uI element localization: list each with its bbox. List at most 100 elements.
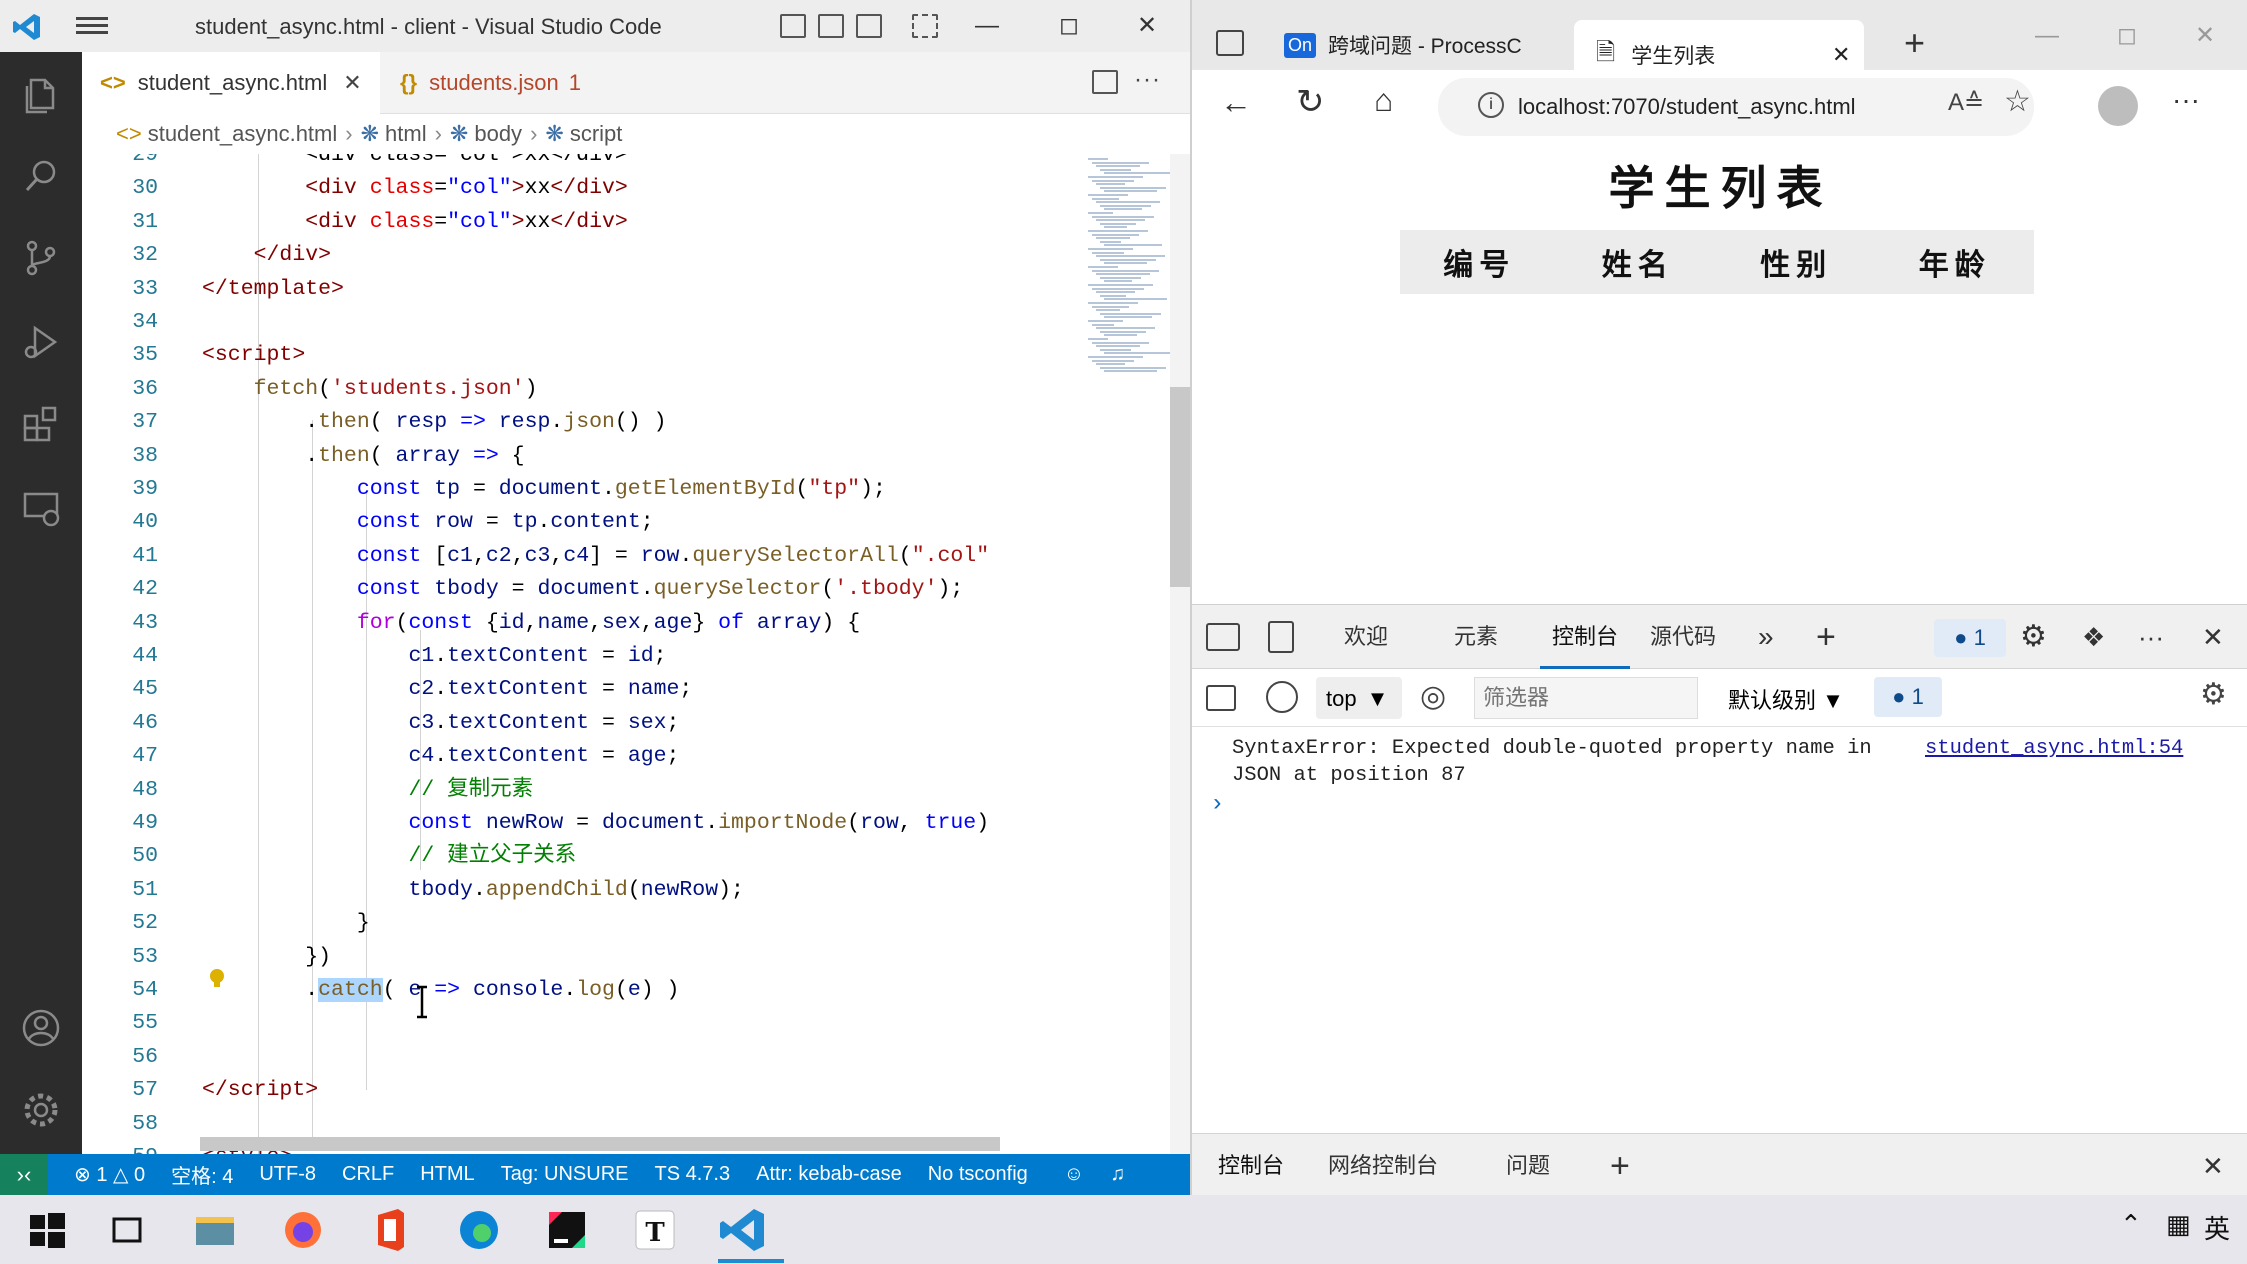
- tray-overflow-icon[interactable]: ⌃: [2120, 1209, 2142, 1240]
- code-line[interactable]: 45 c2.textContent = name;: [82, 673, 1082, 706]
- code-line[interactable]: 49 const newRow = document.importNode(ro…: [82, 807, 1082, 840]
- ime-language-indicator[interactable]: 英: [2204, 1209, 2230, 1246]
- clear-console-icon[interactable]: [1266, 681, 1298, 713]
- toggle-sidebar-icon[interactable]: [780, 14, 806, 38]
- console-output[interactable]: SyntaxError: Expected double-quoted prop…: [1192, 727, 2247, 1077]
- indentation-indicator[interactable]: 空格: 4: [171, 1160, 233, 1189]
- close-tab-icon[interactable]: ✕: [1832, 42, 1850, 68]
- breadcrumb-html[interactable]: html: [385, 121, 427, 147]
- language-indicator[interactable]: HTML: [420, 1163, 474, 1186]
- code-line[interactable]: 44 c1.textContent = id;: [82, 640, 1082, 673]
- code-line[interactable]: 31 <div class="col">xx</div>: [82, 206, 1082, 239]
- code-line[interactable]: 46 c3.textContent = sex;: [82, 707, 1082, 740]
- add-tab-icon[interactable]: +: [1816, 605, 1836, 669]
- sidebar-toggle-icon[interactable]: [1206, 685, 1236, 711]
- issues-badge[interactable]: ● 1: [1934, 619, 2006, 657]
- more-tabs-icon[interactable]: »: [1758, 605, 1774, 669]
- share-icon[interactable]: ❖: [2082, 605, 2105, 669]
- notifications-bell-icon[interactable]: ♫: [1110, 1163, 1125, 1186]
- minimap[interactable]: [1082, 154, 1172, 1154]
- settings-more-icon[interactable]: ···: [2172, 84, 2200, 116]
- settings-gear-icon[interactable]: ⚙: [2020, 605, 2047, 669]
- tsconfig-indicator[interactable]: No tsconfig: [928, 1163, 1028, 1186]
- encoding-indicator[interactable]: UTF-8: [259, 1163, 316, 1186]
- toggle-panel-icon[interactable]: [818, 14, 844, 38]
- typora-icon[interactable]: T: [630, 1205, 680, 1255]
- code-line[interactable]: 55: [82, 1007, 1082, 1040]
- console-settings-icon[interactable]: ⚙: [2200, 677, 2227, 712]
- code-line[interactable]: 39 const tp = document.getElementById("t…: [82, 473, 1082, 506]
- explorer-icon[interactable]: [19, 72, 63, 116]
- maximize-button[interactable]: ◻: [1052, 10, 1086, 42]
- tab-console[interactable]: 控制台: [1540, 605, 1631, 669]
- minimize-button[interactable]: —: [970, 10, 1004, 42]
- code-line[interactable]: 57 </script>: [82, 1074, 1082, 1107]
- code-line[interactable]: 35 <script>: [82, 339, 1082, 372]
- extensions-icon[interactable]: [19, 402, 63, 446]
- home-icon[interactable]: ⌂: [1374, 82, 1393, 119]
- filter-input[interactable]: [1474, 677, 1698, 719]
- errors-indicator[interactable]: ⊗ 1 △ 0: [74, 1162, 145, 1187]
- file-explorer-icon[interactable]: [190, 1205, 240, 1255]
- vertical-scrollbar[interactable]: [1170, 154, 1190, 1154]
- code-line[interactable]: 29 <div class="col">xx</div>: [82, 154, 1082, 172]
- code-line[interactable]: 33 </template>: [82, 273, 1082, 306]
- vscode-taskbar-icon[interactable]: [718, 1205, 768, 1255]
- run-debug-icon[interactable]: [19, 320, 63, 364]
- split-editor-icon[interactable]: [1092, 70, 1118, 94]
- code-line[interactable]: 37 .then( resp => resp.json() ): [82, 406, 1082, 439]
- accounts-icon[interactable]: [19, 1006, 63, 1050]
- scroll-thumb[interactable]: [1170, 387, 1190, 587]
- message-count-badge[interactable]: ● 1: [1874, 677, 1942, 717]
- tab-elements[interactable]: 元素: [1454, 605, 1498, 669]
- code-line[interactable]: 42 const tbody = document.querySelector(…: [82, 573, 1082, 606]
- lightbulb-icon[interactable]: [208, 968, 226, 990]
- read-aloud-icon[interactable]: A≙: [1948, 88, 1984, 117]
- minimize-button[interactable]: —: [2030, 20, 2064, 52]
- settings-gear-icon[interactable]: [19, 1088, 63, 1132]
- remote-icon[interactable]: ›‹: [0, 1154, 48, 1195]
- code-line[interactable]: 50 // 建立父子关系: [82, 840, 1082, 873]
- eol-indicator[interactable]: CRLF: [342, 1163, 394, 1186]
- favorite-star-icon[interactable]: ☆: [2004, 84, 2031, 119]
- maximize-button[interactable]: ◻: [2110, 20, 2144, 52]
- inspect-element-icon[interactable]: [1206, 623, 1240, 651]
- device-emulation-icon[interactable]: [1268, 621, 1294, 653]
- more-options-icon[interactable]: ···: [2138, 605, 2164, 669]
- remote-explorer-icon[interactable]: [19, 486, 63, 530]
- code-line[interactable]: 41 const [c1,c2,c3,c4] = row.querySelect…: [82, 540, 1082, 573]
- site-info-icon[interactable]: i: [1478, 92, 1504, 118]
- live-expression-eye-icon[interactable]: ◎: [1420, 679, 1446, 714]
- code-line[interactable]: 54 .catch( e => console.log(e) ): [82, 974, 1082, 1007]
- code-editor[interactable]: 29 <div class="col">xx</div> 30 <div clas…: [82, 154, 1082, 1154]
- code-line[interactable]: 52 }: [82, 907, 1082, 940]
- refresh-icon[interactable]: ↻: [1296, 82, 1325, 122]
- close-devtools-icon[interactable]: ✕: [2202, 605, 2224, 669]
- code-line[interactable]: 48 // 复制元素: [82, 774, 1082, 807]
- breadcrumb-script[interactable]: script: [570, 121, 623, 147]
- close-button[interactable]: ✕: [2188, 20, 2222, 52]
- code-line[interactable]: 51 tbody.appendChild(newRow);: [82, 874, 1082, 907]
- office-icon[interactable]: [366, 1205, 416, 1255]
- task-view-icon[interactable]: [102, 1205, 152, 1255]
- error-source-link[interactable]: student_async.html:54: [1925, 737, 2183, 760]
- code-line[interactable]: 58: [82, 1108, 1082, 1141]
- code-line[interactable]: 56: [82, 1041, 1082, 1074]
- close-button[interactable]: ✕: [1130, 10, 1164, 42]
- toggle-secondary-sidebar-icon[interactable]: [856, 14, 882, 38]
- new-tab-icon[interactable]: +: [1904, 22, 1925, 64]
- code-line[interactable]: 53 }): [82, 941, 1082, 974]
- url-input[interactable]: i localhost:7070/student_async.html: [1438, 78, 2034, 136]
- tab-actions-icon[interactable]: [1216, 30, 1244, 56]
- code-line[interactable]: 32 </div>: [82, 239, 1082, 272]
- jetbrains-icon[interactable]: [542, 1205, 592, 1255]
- input-method-icon[interactable]: ▦: [2166, 1209, 2191, 1240]
- windows-start-icon[interactable]: [22, 1205, 72, 1255]
- code-line[interactable]: 43 for(const {id,name,sex,age} of array)…: [82, 607, 1082, 640]
- edge-icon[interactable]: [454, 1205, 504, 1255]
- profile-avatar[interactable]: [2098, 86, 2138, 126]
- ts-version-indicator[interactable]: TS 4.7.3: [655, 1163, 731, 1186]
- drawer-tab-console[interactable]: 控制台: [1210, 1134, 1293, 1198]
- drawer-tab-network-console[interactable]: 网络控制台: [1328, 1134, 1438, 1198]
- drawer-add-tab-icon[interactable]: +: [1610, 1134, 1630, 1198]
